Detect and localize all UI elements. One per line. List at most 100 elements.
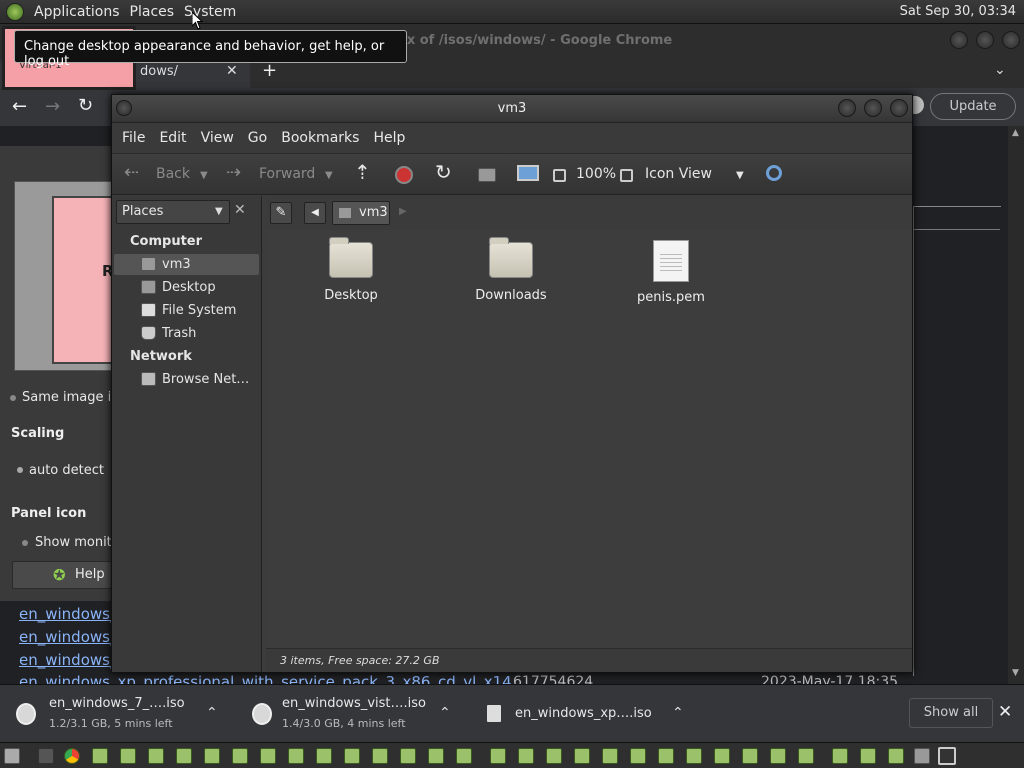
task-icon[interactable] — [546, 748, 562, 764]
forward-history-chevron-icon[interactable]: ▼ — [325, 170, 333, 181]
menu-edit[interactable]: Edit — [159, 130, 186, 146]
sidebar-close-icon[interactable]: ✕ — [234, 202, 246, 218]
task-icon[interactable] — [686, 748, 702, 764]
reload-icon[interactable]: ↻ — [435, 160, 452, 184]
scroll-down-icon[interactable]: ▼ — [1012, 668, 1019, 678]
terminal-icon[interactable] — [38, 748, 54, 764]
computer-icon[interactable] — [517, 165, 539, 181]
iso-link-2[interactable]: en_windows_ — [19, 628, 117, 646]
sidebar-item-vm3[interactable]: vm3 — [114, 254, 259, 275]
zoom-level[interactable]: 100% — [576, 166, 616, 182]
task-icon[interactable] — [742, 748, 758, 764]
path-right-arrow-icon[interactable]: ▶ — [399, 206, 407, 217]
tab-close-icon[interactable]: ✕ — [226, 63, 238, 79]
applications-menu[interactable]: Applications — [34, 4, 120, 20]
close-shelf-icon[interactable]: ✕ — [998, 702, 1012, 722]
view-mode-select[interactable]: Icon View — [645, 166, 712, 182]
task-icon[interactable] — [260, 748, 276, 764]
scroll-up-icon[interactable]: ▲ — [1012, 128, 1019, 138]
file-item-downloads[interactable]: Downloads — [456, 237, 566, 303]
task-icon[interactable] — [148, 748, 164, 764]
task-icon[interactable] — [770, 748, 786, 764]
task-icon[interactable] — [490, 748, 506, 764]
file-manager-task-icon[interactable] — [914, 748, 930, 764]
task-icon[interactable] — [428, 748, 444, 764]
file-item-pem[interactable]: penis.pem — [616, 240, 726, 305]
task-icon[interactable] — [176, 748, 192, 764]
sidebar-item-file-system[interactable]: File System — [114, 300, 259, 321]
download-menu-chevron-icon[interactable]: ⌃ — [206, 705, 218, 721]
menu-file[interactable]: File — [122, 130, 145, 146]
task-icon[interactable] — [456, 748, 472, 764]
zoom-in-icon[interactable] — [620, 169, 633, 182]
home-icon[interactable] — [478, 168, 496, 182]
task-icon[interactable] — [400, 748, 416, 764]
zoom-out-icon[interactable] — [553, 169, 566, 182]
show-desktop-icon[interactable] — [4, 748, 20, 764]
back-history-chevron-icon[interactable]: ▼ — [200, 170, 208, 181]
path-left-arrow-icon[interactable]: ◀ — [304, 202, 326, 224]
task-icon[interactable] — [344, 748, 360, 764]
task-icon[interactable] — [860, 748, 876, 764]
edit-location-icon[interactable]: ✎ — [270, 202, 292, 224]
menu-go[interactable]: Go — [248, 130, 267, 146]
task-icon[interactable] — [288, 748, 304, 764]
task-icon[interactable] — [658, 748, 674, 764]
distro-logo-icon[interactable] — [6, 2, 24, 21]
workspace-switcher-icon[interactable] — [938, 747, 956, 765]
close-window-button[interactable] — [1002, 31, 1020, 49]
iso-link-4[interactable]: en_windows_xp_professional_with_service_… — [19, 673, 512, 684]
download-menu-chevron-icon[interactable]: ⌃ — [439, 705, 451, 721]
menu-bookmarks[interactable]: Bookmarks — [281, 130, 359, 146]
sidebar-item-trash[interactable]: Trash — [114, 323, 259, 344]
download-item-2[interactable]: en_windows_vist….iso 1.4/3.0 GB, 4 mins … — [240, 685, 472, 743]
places-menu[interactable]: Places — [130, 4, 175, 20]
path-button-vm3[interactable]: vm3 — [332, 201, 390, 225]
task-icon[interactable] — [714, 748, 730, 764]
back-icon[interactable]: ⇠ — [124, 162, 139, 183]
task-icon[interactable] — [630, 748, 646, 764]
file-manager-titlebar[interactable]: vm3 — [112, 95, 912, 123]
download-menu-chevron-icon[interactable]: ⌃ — [672, 705, 684, 721]
sidebar-item-desktop[interactable]: Desktop — [114, 277, 259, 298]
menu-help[interactable]: Help — [373, 130, 405, 146]
iso-link-3[interactable]: en_windows_ — [19, 651, 117, 669]
naut-minimize-button[interactable] — [838, 99, 856, 117]
up-icon[interactable]: ⇡ — [354, 160, 371, 184]
naut-maximize-button[interactable] — [864, 99, 882, 117]
reload-icon[interactable]: ↻ — [78, 95, 93, 116]
file-icon-view[interactable]: Desktop Downloads penis.pem — [266, 230, 912, 648]
tab-search-chevron-icon[interactable]: ⌄ — [994, 62, 1006, 78]
task-icon[interactable] — [798, 748, 814, 764]
task-icon[interactable] — [832, 748, 848, 764]
auto-detect-radio[interactable] — [17, 467, 23, 473]
chrome-task-icon[interactable] — [64, 748, 80, 764]
minimize-button[interactable] — [950, 31, 968, 49]
task-icon[interactable] — [574, 748, 590, 764]
back-button[interactable]: Back — [156, 166, 190, 182]
task-icon[interactable] — [602, 748, 618, 764]
task-icon[interactable] — [120, 748, 136, 764]
help-button[interactable]: ✪ Help — [12, 561, 116, 589]
show-all-button[interactable]: Show all — [909, 698, 993, 728]
search-icon[interactable] — [766, 165, 782, 181]
naut-close-button[interactable] — [890, 99, 908, 117]
maximize-button[interactable] — [976, 31, 994, 49]
iso-link-1[interactable]: en_windows_ — [19, 605, 117, 623]
forward-button[interactable]: Forward — [259, 166, 315, 182]
file-item-desktop[interactable]: Desktop — [296, 237, 406, 303]
download-item-3[interactable]: en_windows_xp….iso ⌃ — [480, 685, 700, 743]
task-icon[interactable] — [232, 748, 248, 764]
menu-view[interactable]: View — [201, 130, 234, 146]
task-icon[interactable] — [518, 748, 534, 764]
task-icon[interactable] — [204, 748, 220, 764]
download-item-1[interactable]: en_windows_7_….iso 1.2/3.1 GB, 5 mins le… — [0, 685, 232, 743]
task-icon[interactable] — [92, 748, 108, 764]
same-image-checkbox[interactable] — [10, 395, 16, 401]
new-tab-icon[interactable]: + — [262, 60, 277, 81]
clock[interactable]: Sat Sep 30, 03:34 — [900, 4, 1016, 19]
show-monitor-checkbox[interactable] — [22, 540, 28, 546]
stop-icon[interactable] — [395, 166, 413, 184]
back-arrow-icon[interactable]: ← — [12, 96, 27, 117]
forward-icon[interactable]: ⇢ — [226, 162, 241, 183]
